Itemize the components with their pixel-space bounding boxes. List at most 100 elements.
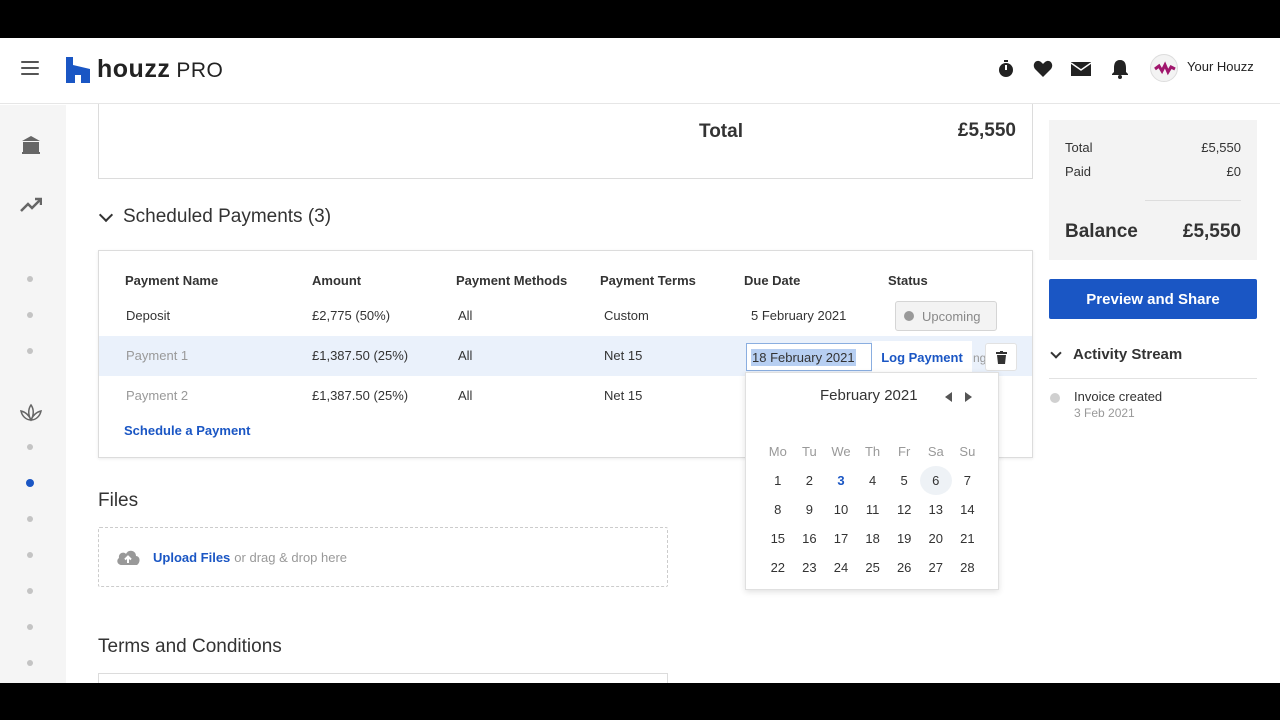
calendar-day[interactable]: 23 (794, 553, 826, 582)
calendar-day[interactable]: 7 (952, 466, 984, 495)
weekday-label: Sa (927, 444, 944, 459)
houzz-pro-logo[interactable]: houzz PRO (66, 55, 223, 84)
scheduled-payments-toggle[interactable]: Scheduled Payments (3) (98, 206, 331, 228)
nav-dot[interactable] (27, 624, 33, 630)
nav-dot[interactable] (27, 348, 33, 354)
app-window: houzz PRO Your Houzz Total £5,550 Schedu… (0, 38, 1280, 683)
nav-dot[interactable] (27, 312, 33, 318)
date-picker: February 2021 Mo Tu We Th Fr Sa Su 12345… (745, 372, 999, 590)
activity-stream-toggle[interactable]: Activity Stream (1049, 346, 1182, 363)
payment-methods: All (458, 308, 473, 323)
due-date-input[interactable]: 18 February 2021 (746, 343, 872, 371)
chevron-down-icon (98, 207, 114, 223)
user-avatar[interactable] (1150, 54, 1178, 82)
column-header: Payment Methods (456, 273, 568, 288)
terms-textarea[interactable] (98, 673, 668, 683)
table-row[interactable]: Deposit £2,775 (50%) All Custom 5 Februa… (99, 296, 1032, 336)
brand-name: houzz (97, 55, 171, 83)
activity-dot-icon (1050, 393, 1060, 403)
upload-hint: or drag & drop here (234, 549, 348, 565)
calendar-day[interactable]: 2 (794, 466, 826, 495)
divider (1145, 200, 1241, 201)
summary-paid-label: Paid (1065, 164, 1092, 179)
trash-icon (995, 350, 1007, 364)
calendar-grid: Mo Tu We Th Fr Sa Su 1 2 3 4 5 6 7 8 9 10 11 12 13 14… (762, 437, 983, 582)
files-title: Files (98, 490, 139, 511)
lotus-icon[interactable] (19, 401, 43, 425)
payment-terms: Net 15 (604, 388, 643, 403)
summary-total-row: Total £5,550 (1065, 140, 1241, 155)
column-header: Status (888, 273, 928, 288)
calendar-day[interactable]: 20 (920, 524, 952, 553)
summary-total-value: £5,550 (1201, 140, 1241, 155)
preview-and-share-button[interactable]: Preview and Share (1049, 279, 1257, 319)
payment-amount: £2,775 (50%) (312, 308, 391, 323)
calendar-day[interactable]: 22 (762, 553, 794, 582)
houzz-logo-icon (66, 56, 90, 83)
your-houzz-link[interactable]: Your Houzz (1187, 59, 1254, 74)
file-dropzone[interactable]: Upload Files or drag & drop here (98, 527, 668, 587)
terms-title: Terms and Conditions (98, 636, 282, 657)
calendar-day[interactable]: 16 (794, 524, 826, 553)
nav-dot[interactable] (27, 444, 33, 450)
summary-paid-row: Paid £0 (1065, 164, 1241, 179)
balance-row: Balance £5,550 (1065, 221, 1241, 243)
left-sidebar (0, 105, 66, 683)
upload-files-link[interactable]: Upload Files (153, 550, 230, 565)
calendar-day[interactable]: 1 (762, 466, 794, 495)
calendar-day[interactable]: 14 (952, 495, 984, 524)
delete-payment-button[interactable] (985, 343, 1017, 371)
heart-icon[interactable] (1032, 58, 1054, 80)
calendar-day[interactable]: 10 (825, 495, 857, 524)
mail-icon[interactable] (1070, 58, 1092, 80)
previous-month-icon[interactable] (945, 392, 952, 402)
calendar-day[interactable]: 19 (888, 524, 920, 553)
calendar-day[interactable]: 25 (857, 553, 889, 582)
calendar-day[interactable]: 26 (888, 553, 920, 582)
calendar-day[interactable]: 18 (857, 524, 889, 553)
nav-dot[interactable] (27, 516, 33, 522)
schedule-payment-link[interactable]: Schedule a Payment (124, 423, 250, 438)
column-header: Payment Terms (600, 273, 696, 288)
next-month-icon[interactable] (965, 392, 972, 402)
bell-icon[interactable] (1109, 58, 1131, 80)
calendar-day[interactable]: 5 (888, 466, 920, 495)
weekday-label: Su (959, 444, 976, 459)
menu-icon[interactable] (21, 61, 39, 75)
brand-suffix: PRO (176, 59, 224, 82)
calendar-day[interactable]: 3 (825, 466, 857, 495)
trending-up-icon[interactable] (19, 193, 43, 217)
payment-name: Payment 2 (126, 388, 189, 403)
weekday-label: Fr (898, 444, 911, 459)
calendar-day[interactable]: 24 (825, 553, 857, 582)
calendar-day[interactable]: 21 (952, 524, 984, 553)
calendar-day[interactable]: 8 (762, 495, 794, 524)
due-date-value: 18 February 2021 (751, 348, 856, 366)
column-header: Due Date (744, 273, 801, 288)
calendar-day[interactable]: 27 (920, 553, 952, 582)
nav-dot[interactable] (27, 588, 33, 594)
calendar-day[interactable]: 12 (888, 495, 920, 524)
calendar-day[interactable]: 15 (762, 524, 794, 553)
payment-name: Deposit (126, 308, 171, 323)
calendar-day[interactable]: 11 (857, 495, 889, 524)
log-payment-button[interactable]: Log Payment (872, 341, 972, 373)
summary-paid-value: £0 (1226, 164, 1241, 179)
nav-dot[interactable] (27, 276, 33, 282)
calendar-day[interactable]: 4 (857, 466, 889, 495)
total-value: £5,550 (957, 120, 1016, 141)
nav-dot[interactable] (27, 552, 33, 558)
nav-dot[interactable] (27, 660, 33, 666)
timer-icon[interactable] (995, 58, 1017, 80)
calendar-day[interactable]: 6 (919, 466, 952, 495)
calendar-day[interactable]: 9 (794, 495, 826, 524)
weekday-label: Mo (768, 444, 787, 459)
calendar-day[interactable]: 28 (952, 553, 984, 582)
balance-value: £5,550 (1182, 221, 1241, 242)
column-header: Payment Name (125, 273, 219, 288)
calendar-day[interactable]: 17 (825, 524, 857, 553)
summary-total-label: Total (1065, 140, 1093, 155)
bank-icon[interactable] (19, 133, 43, 157)
nav-dot-active[interactable] (26, 479, 34, 487)
calendar-day[interactable]: 13 (920, 495, 952, 524)
